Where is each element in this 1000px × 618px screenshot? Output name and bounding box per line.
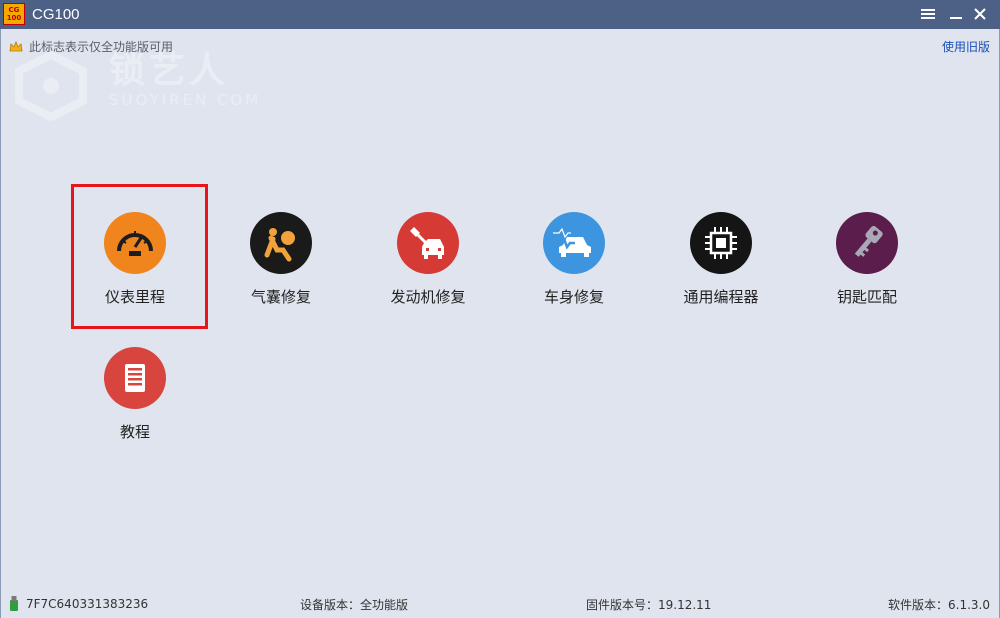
main-content: 锁艺人 SUOYIREN.COM 此标志表示仅全功能版可用 使用旧版 仪表里程 — [0, 29, 1000, 618]
tile-airbag-repair[interactable]: 气囊修复 — [211, 212, 351, 332]
document-icon — [104, 347, 166, 409]
tile-engine-repair[interactable]: 发动机修复 — [358, 212, 498, 332]
tile-label: 钥匙匹配 — [836, 288, 897, 306]
notice-text: 此标志表示仅全功能版可用 — [29, 40, 174, 54]
chip-icon — [690, 212, 752, 274]
engine-repair-icon — [397, 212, 459, 274]
software-version: 软件版本：6.1.3.0 — [888, 598, 990, 612]
tile-label: 发动机修复 — [390, 288, 466, 306]
window-title: CG100 — [32, 6, 80, 23]
tile-label: 教程 — [119, 423, 150, 441]
usb-device-icon — [10, 596, 18, 611]
airbag-icon — [250, 212, 312, 274]
tile-label: 通用编程器 — [683, 288, 759, 306]
tile-key-matching[interactable]: 钥匙匹配 — [797, 212, 937, 332]
title-bar: CG 100 CG100 — [0, 0, 1000, 29]
device-version: 设备版本：全功能版 — [300, 598, 409, 612]
tile-label: 气囊修复 — [250, 288, 311, 306]
watermark-logo-icon — [15, 50, 87, 122]
device-id: 7F7C640331383236 — [26, 597, 149, 611]
watermark: 锁艺人 SUOYIREN.COM — [11, 50, 258, 125]
full-version-notice: 此标志表示仅全功能版可用 — [9, 38, 173, 55]
selection-highlight — [71, 184, 208, 329]
crown-badge-icon — [9, 40, 23, 51]
tile-tutorial[interactable]: 教程 — [65, 347, 205, 467]
status-bar: 7F7C640331383236 设备版本：全功能版 固件版本号：19.12.1… — [0, 589, 1000, 618]
tile-universal-programmer[interactable]: 通用编程器 — [651, 212, 791, 332]
car-body-icon — [543, 212, 605, 274]
watermark-en: SUOYIREN.COM — [109, 91, 262, 109]
menu-icon[interactable] — [918, 4, 938, 24]
tile-label: 车身修复 — [543, 288, 604, 306]
close-icon[interactable] — [970, 4, 990, 24]
minimize-icon[interactable] — [946, 4, 966, 24]
key-icon — [836, 212, 898, 274]
device-id-area: 7F7C640331383236 — [8, 596, 148, 612]
firmware-version: 固件版本号：19.12.11 — [586, 598, 712, 612]
use-old-version-link[interactable]: 使用旧版 — [942, 38, 990, 55]
cg100-logo: CG 100 — [3, 3, 25, 25]
tile-body-repair[interactable]: 车身修复 — [504, 212, 644, 332]
